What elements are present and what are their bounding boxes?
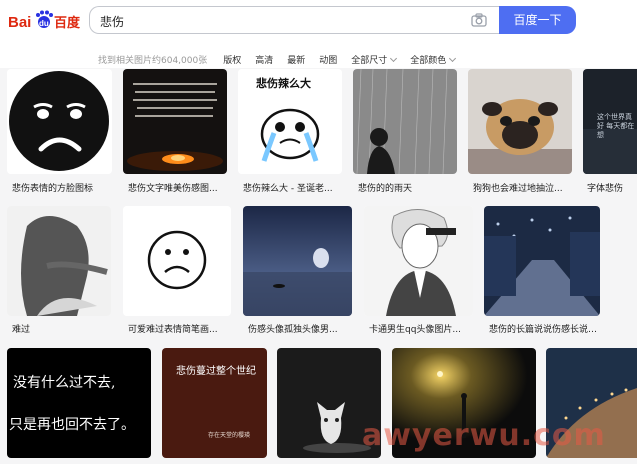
image-result[interactable] xyxy=(123,206,231,316)
search-input[interactable] xyxy=(100,11,460,31)
filter-copyright[interactable]: 版权 xyxy=(223,53,241,66)
sad-pug-image xyxy=(468,69,572,174)
chevron-down-icon xyxy=(390,54,398,62)
image-overlay-text: 存在天堂的樱瑛 xyxy=(208,432,251,439)
search-box xyxy=(89,6,499,34)
image-result[interactable] xyxy=(7,69,112,174)
image-result[interactable] xyxy=(353,69,457,174)
image-result[interactable] xyxy=(7,206,111,316)
top-header: Bai du 百度 百度一下 找到相关图片约604,000张 版权 高清 最新 … xyxy=(0,0,637,68)
image-caption[interactable]: 难过 xyxy=(12,322,112,335)
lonely-moon-image xyxy=(243,206,352,316)
image-caption[interactable]: 悲伤表情的方脸图标 xyxy=(12,181,112,194)
logo-text-bai: Bai xyxy=(8,14,31,31)
search-button[interactable]: 百度一下 xyxy=(499,6,576,34)
anime-boy-image xyxy=(364,206,473,316)
image-overlay-text: 这个世界真好 每天都在想 xyxy=(597,113,635,139)
image-caption[interactable]: 字体悲伤 xyxy=(587,181,637,194)
image-result[interactable] xyxy=(468,69,572,174)
filter-latest[interactable]: 最新 xyxy=(287,53,305,66)
chevron-down-icon xyxy=(449,54,457,62)
filter-size-label: 全部尺寸 xyxy=(351,55,388,66)
image-caption[interactable]: 悲伤的长篇说说伤感长说说看... xyxy=(489,322,604,335)
filter-hd[interactable]: 高清 xyxy=(255,53,273,66)
filter-animated[interactable]: 动图 xyxy=(319,53,337,66)
night-street-image xyxy=(484,206,600,316)
filter-color-label: 全部颜色 xyxy=(410,55,447,66)
image-caption[interactable]: 卡通男生qq头像图片... xyxy=(369,322,474,335)
image-result[interactable]: 没有什么过不去, 只是再也回不去了。 xyxy=(7,348,151,458)
rainy-silhouette-image xyxy=(353,69,457,174)
image-caption[interactable]: 悲伤辣么大 - 圣诞老... xyxy=(243,181,343,194)
image-overlay-text: 没有什么过不去, xyxy=(13,375,116,391)
image-result[interactable]: 这个世界真好 每天都在想 xyxy=(583,69,637,174)
image-overlay-text: 悲伤辣么大 xyxy=(256,77,311,90)
image-result[interactable] xyxy=(364,206,473,316)
image-caption[interactable]: 可爱难过表情简笔画... xyxy=(128,322,233,335)
filter-color-dropdown[interactable]: 全部颜色 xyxy=(410,53,457,66)
night-fire-image xyxy=(123,69,227,174)
sketch-girl-image xyxy=(7,206,111,316)
image-result[interactable] xyxy=(123,69,227,174)
image-overlay-text: 悲伤蔓过整个世纪 xyxy=(176,366,256,377)
image-result[interactable] xyxy=(243,206,352,316)
sad-face-icon-image xyxy=(7,69,112,174)
image-result[interactable]: 悲伤蔓过整个世纪 存在天堂的樱瑛 xyxy=(162,348,267,458)
logo-text-cn: 百度 xyxy=(54,15,81,31)
image-overlay-text: 只是再也回不去了。 xyxy=(9,417,135,433)
image-caption[interactable]: 狗狗也会难过地抽泣... xyxy=(473,181,573,194)
filter-bar: 找到相关图片约604,000张 版权 高清 最新 动图 全部尺寸 全部颜色 xyxy=(98,52,469,66)
filter-size-dropdown[interactable]: 全部尺寸 xyxy=(351,53,398,66)
camera-icon[interactable] xyxy=(471,13,487,27)
image-caption[interactable]: 伤感头像孤独头像男... xyxy=(248,322,353,335)
image-caption[interactable]: 悲伤文字唯美伤感图... xyxy=(128,181,228,194)
sad-face-drawing-image xyxy=(123,206,231,316)
logo-text-du: du xyxy=(39,19,49,28)
result-count: 找到相关图片约604,000张 xyxy=(98,55,208,66)
image-caption[interactable]: 悲伤的的雨天 xyxy=(358,181,458,194)
image-result[interactable]: 悲伤辣么大 xyxy=(238,69,342,174)
image-result[interactable] xyxy=(484,206,600,316)
baidu-logo[interactable]: Bai du 百度 xyxy=(8,9,82,33)
watermark-text: awyerwu.com xyxy=(362,418,606,453)
paw-icon: du xyxy=(36,10,53,28)
